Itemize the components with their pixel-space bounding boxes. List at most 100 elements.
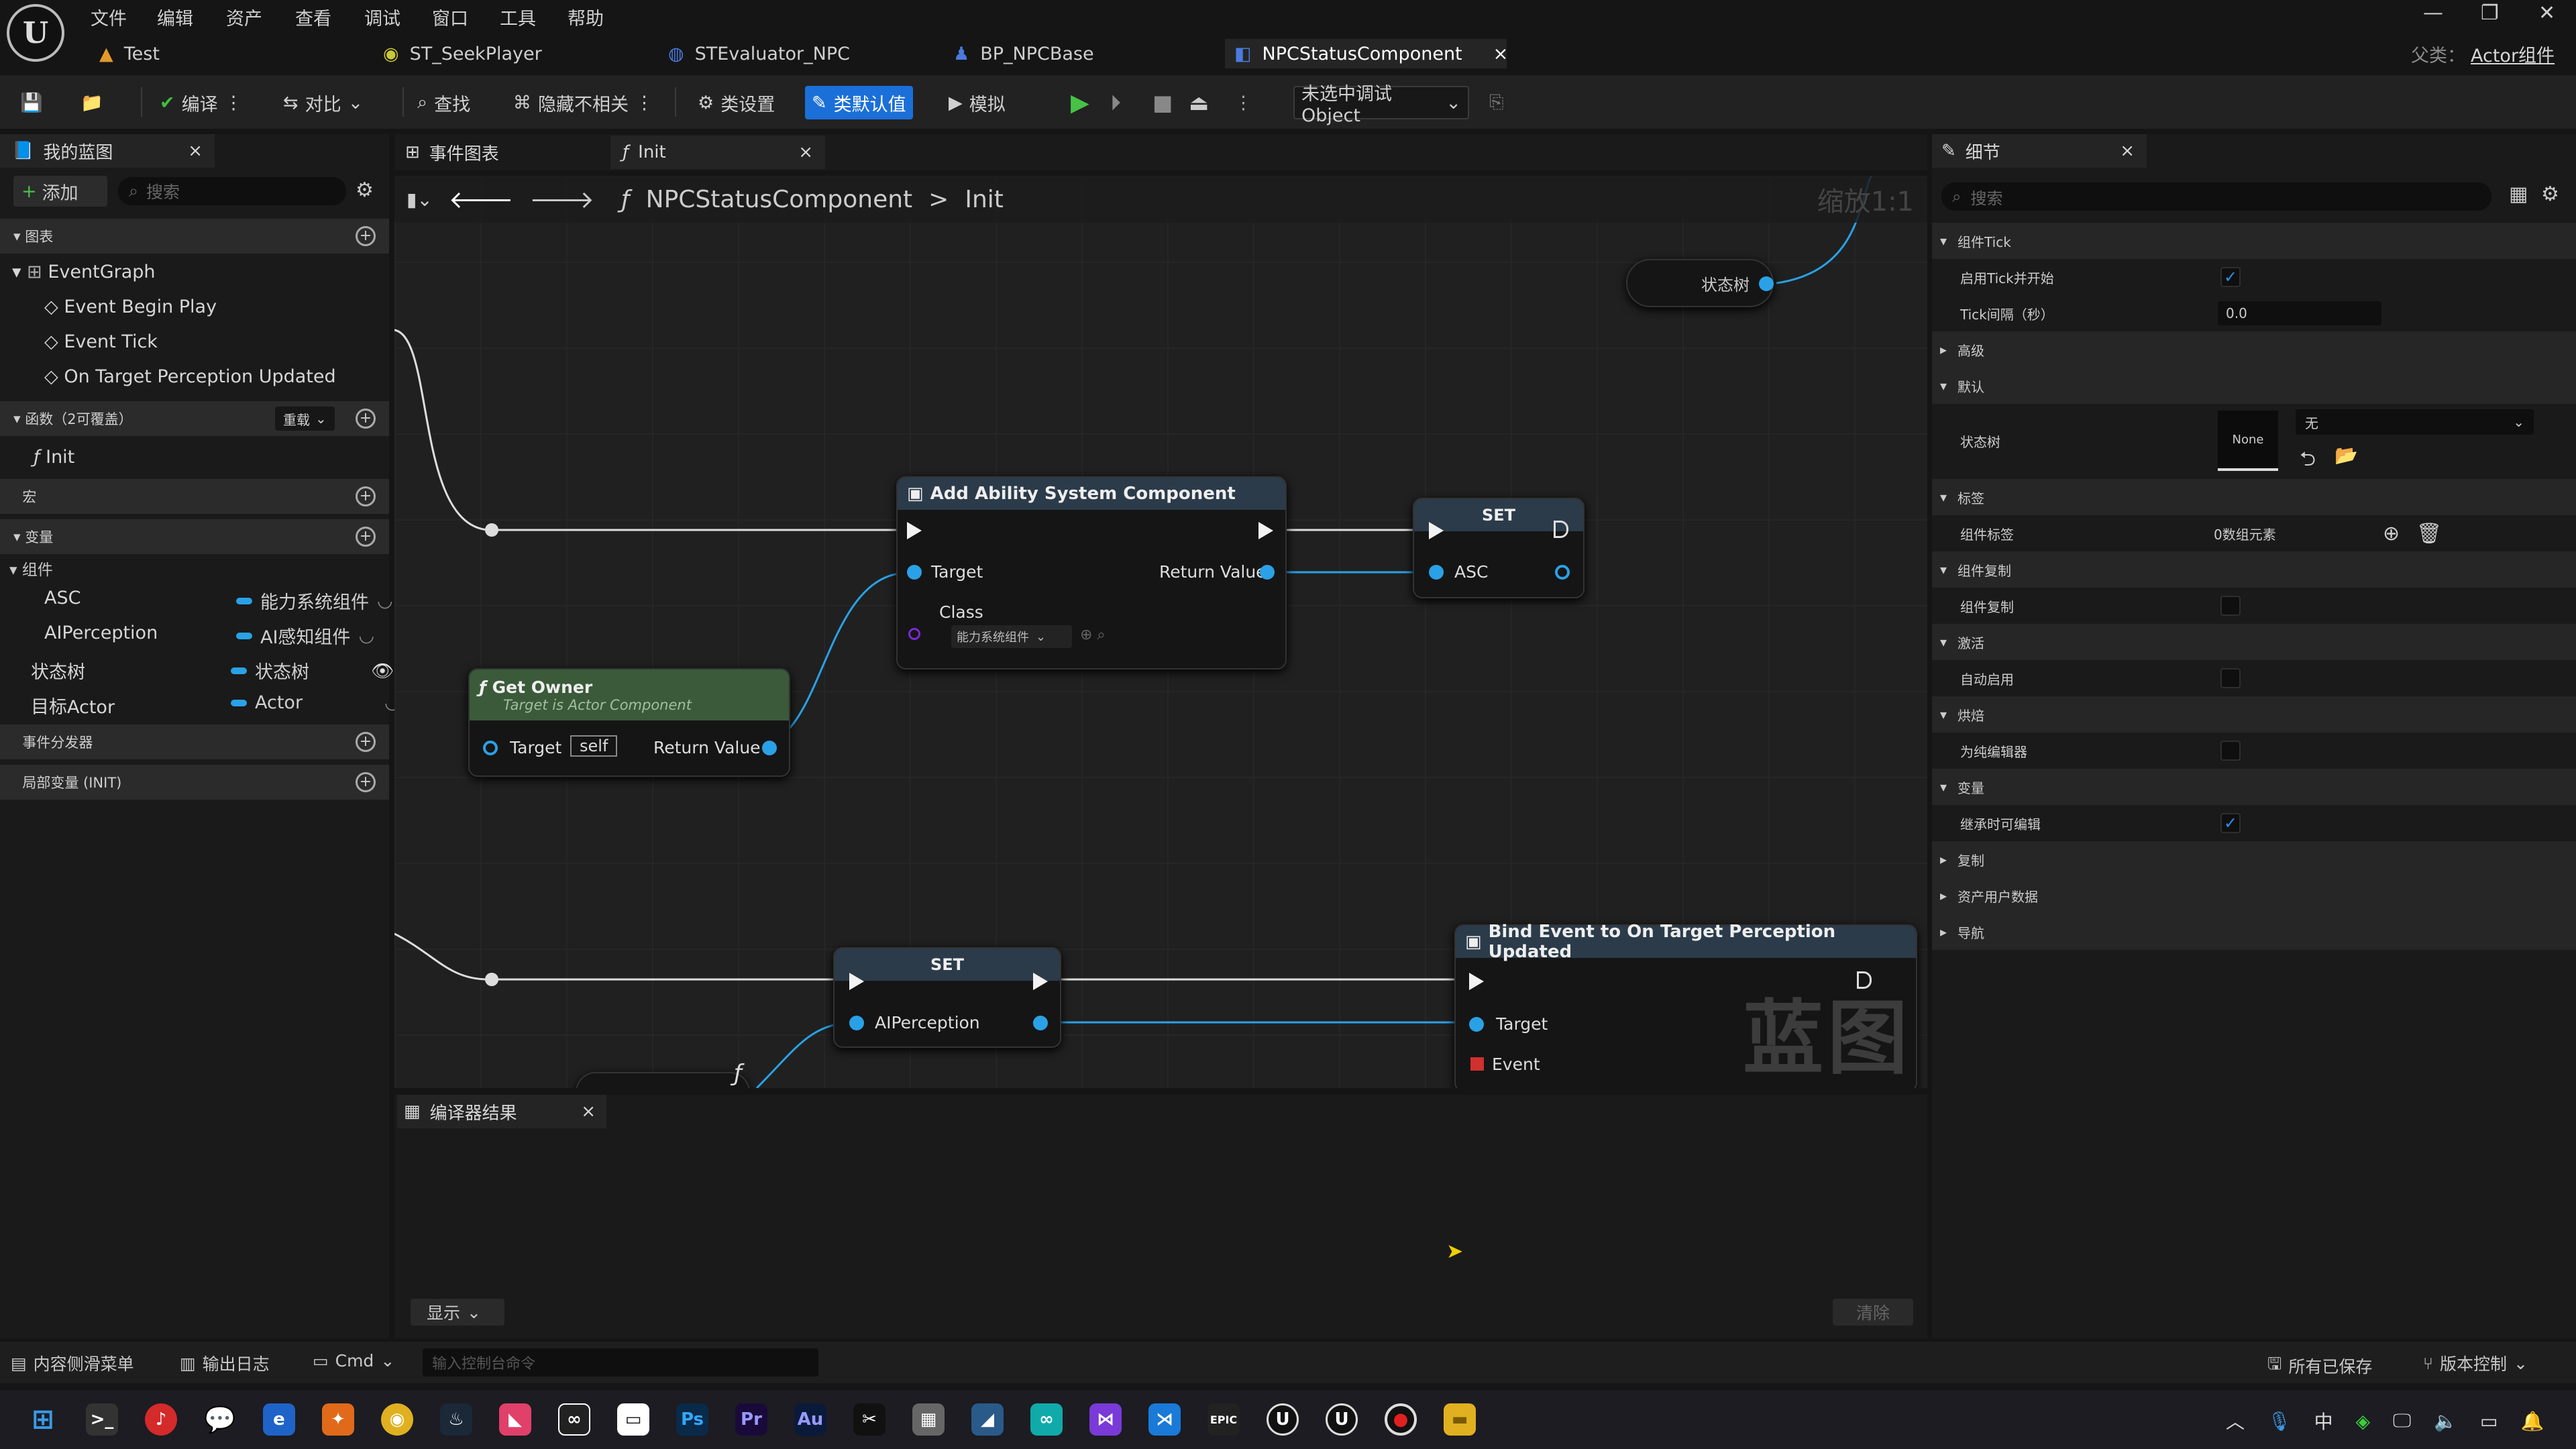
aiperception-input-pin[interactable]: [849, 1016, 864, 1030]
menu-edit[interactable]: 编辑: [157, 4, 193, 30]
exec-in-pin[interactable]: [849, 973, 864, 990]
node-set-asc[interactable]: SET ASC: [1413, 498, 1585, 598]
details-section-replication-2[interactable]: ▸ 复制: [1932, 841, 2576, 877]
tab-npcstatuscomponent[interactable]: ◧ NPCStatusComponent ×: [1225, 39, 1509, 68]
add-element-icon[interactable]: ⊕: [2383, 522, 2400, 545]
trash-icon[interactable]: 🗑: [2416, 522, 2442, 545]
node-add-ability-system-component[interactable]: ▣ Add Ability System Component Target Ret…: [896, 476, 1287, 669]
debug-object-dropdown[interactable]: 未选中调试Object ⌄: [1293, 84, 1469, 126]
start-tick-checkbox[interactable]: ✓: [2220, 267, 2241, 287]
asc-input-pin[interactable]: [1429, 565, 1444, 580]
add-graph-icon[interactable]: +: [356, 226, 376, 246]
state-tree-asset-dropdown[interactable]: 无 ⌄: [2296, 409, 2534, 435]
vscode-icon[interactable]: ⋊: [1148, 1403, 1181, 1436]
epic-games-icon[interactable]: EPIC: [1208, 1403, 1240, 1436]
minimize-icon[interactable]: —: [2423, 1, 2443, 25]
tab-close-icon[interactable]: ×: [188, 141, 203, 161]
file-explorer-icon[interactable]: ▬: [1444, 1403, 1476, 1436]
photoshop-icon[interactable]: Ps: [676, 1403, 708, 1436]
search-input[interactable]: ⌕ 搜索: [118, 177, 346, 205]
details-section-navigation[interactable]: ▸ 导航: [1932, 914, 2576, 950]
browse-icon[interactable]: 📁: [74, 86, 110, 119]
tab-compiler-results[interactable]: ▦ 编译器结果 ×: [397, 1095, 606, 1128]
details-section-replication[interactable]: ▾ 组件复制: [1932, 551, 2576, 588]
asc-output-pin[interactable]: [1555, 565, 1570, 580]
function-init[interactable]: ƒ Init: [34, 447, 74, 468]
details-section-component-tick[interactable]: ▾ 组件Tick: [1932, 223, 2576, 259]
tab-stevaluator-npc[interactable]: ◍ STEvaluator_NPC: [664, 39, 932, 68]
debug-select-icon[interactable]: ⎘: [1483, 86, 1511, 119]
tab-close-icon[interactable]: ×: [2120, 141, 2135, 161]
add-button[interactable]: + 添加: [13, 176, 107, 207]
breadcrumb-leaf[interactable]: Init: [965, 186, 1004, 213]
class-pin[interactable]: [908, 628, 920, 640]
details-section-default[interactable]: ▾ 默认: [1932, 368, 2576, 404]
blueprint-graph[interactable]: ▮⌄ 🡐 🡒 ƒ NPCStatusComponent > Init 缩放1:1…: [394, 176, 1927, 1088]
table-view-icon[interactable]: ▦: [2509, 182, 2528, 206]
menu-assets[interactable]: 资产: [226, 4, 262, 30]
aiperception-output-pin[interactable]: [1033, 1016, 1048, 1030]
exec-in-pin[interactable]: [1429, 522, 1444, 539]
details-section-cooking[interactable]: ▾ 烘焙: [1932, 696, 2576, 733]
bookmark-icon[interactable]: ▮⌄: [407, 189, 433, 211]
play-options-icon[interactable]: ⋮: [1228, 86, 1259, 119]
tab-bp-npcbase[interactable]: ♟ BP_NPCBase: [949, 39, 1218, 68]
chrome-icon[interactable]: ◉: [381, 1403, 413, 1436]
tab-close-icon[interactable]: ×: [1493, 44, 1509, 64]
console-input[interactable]: 输入控制台命令: [423, 1348, 818, 1377]
show-dropdown[interactable]: 显示 ⌄: [411, 1299, 504, 1326]
find-button[interactable]: ⌕ 查找: [411, 86, 477, 119]
details-search-input[interactable]: ⌕ 搜索: [1941, 182, 2491, 211]
frame-skip-icon[interactable]: ⏵: [1104, 86, 1128, 119]
variable-statetree[interactable]: 状态树: [31, 657, 85, 684]
add-dispatcher-icon[interactable]: +: [356, 732, 376, 752]
stop-icon[interactable]: ■: [1146, 86, 1179, 119]
clear-button[interactable]: 清除: [1833, 1299, 1913, 1326]
variable-asc[interactable]: ASC: [44, 588, 80, 608]
menu-file[interactable]: 文件: [91, 4, 127, 30]
exec-in-pin[interactable]: [907, 522, 922, 539]
eject-icon[interactable]: ⏏: [1182, 86, 1216, 119]
all-saved-indicator[interactable]: 🖫 所有已保存: [2267, 1351, 2372, 1380]
hide-unrelated-button[interactable]: ⌘ 隐藏不相关 ⋮: [506, 86, 660, 119]
terminal-icon[interactable]: >_: [86, 1403, 118, 1436]
save-icon[interactable]: 💾: [13, 86, 50, 119]
details-section-tags[interactable]: ▾ 标签: [1932, 479, 2576, 515]
forward-arrow-icon[interactable]: 🡒: [529, 184, 594, 214]
details-section-activation[interactable]: ▾ 激活: [1932, 624, 2576, 660]
unreal-logo-icon[interactable]: U: [7, 4, 64, 62]
event-on-target-perception[interactable]: ◇ On Target Perception Updated: [44, 366, 336, 387]
node-set-aiperception[interactable]: SET AIPerception: [833, 947, 1061, 1048]
butterfly-app-icon[interactable]: ✦: [322, 1403, 354, 1436]
output-log-button[interactable]: ▥ 输出日志: [180, 1351, 270, 1375]
edge-icon[interactable]: e: [263, 1403, 295, 1436]
premiere-icon[interactable]: Pr: [735, 1403, 767, 1436]
audition-icon[interactable]: Au: [794, 1403, 826, 1436]
return-value-pin[interactable]: [762, 741, 777, 755]
node-state-tree-getter[interactable]: 状态树: [1626, 259, 1774, 307]
cmd-dropdown[interactable]: ▭ Cmd ⌄: [313, 1351, 394, 1371]
menu-window[interactable]: 窗口: [432, 4, 468, 30]
content-drawer-button[interactable]: ▤ 内容侧滑菜单: [11, 1351, 134, 1375]
section-graphs[interactable]: ▾ 图表 +: [0, 219, 389, 254]
variable-aiperception[interactable]: AIPerception: [44, 623, 158, 643]
details-section-asset-user-data[interactable]: ▸ 资产用户数据: [1932, 877, 2576, 914]
notification-icon[interactable]: 🔔: [2520, 1410, 2544, 1432]
browse-class-icon[interactable]: ⊕ ⌕: [1080, 627, 1106, 643]
auto-activate-checkbox[interactable]: [2220, 668, 2241, 688]
tab-close-icon[interactable]: ×: [581, 1102, 596, 1122]
tray-chevron-icon[interactable]: ︿: [2226, 1407, 2245, 1434]
breadcrumb-root[interactable]: NPCStatusComponent: [646, 186, 913, 213]
microphone-icon[interactable]: 🎙: [2267, 1410, 2292, 1432]
blender-like-icon[interactable]: ◢: [971, 1403, 1004, 1436]
tab-event-graph[interactable]: ⊞ 事件图表: [398, 136, 606, 169]
bookmark-app-icon[interactable]: ◣: [499, 1403, 531, 1436]
record-icon[interactable]: ●: [1385, 1403, 1417, 1436]
tab-test[interactable]: ▲ Test: [94, 39, 349, 68]
override-dropdown[interactable]: 重载 ⌄: [275, 407, 335, 431]
loop-app-icon[interactable]: ∞: [1030, 1403, 1063, 1436]
section-local-variables[interactable]: 局部变量 (INIT) +: [0, 765, 389, 800]
network-icon[interactable]: 🖵: [2393, 1409, 2411, 1432]
wechat-icon[interactable]: 💬: [204, 1403, 236, 1436]
exec-out-pin[interactable]: [1258, 522, 1273, 539]
